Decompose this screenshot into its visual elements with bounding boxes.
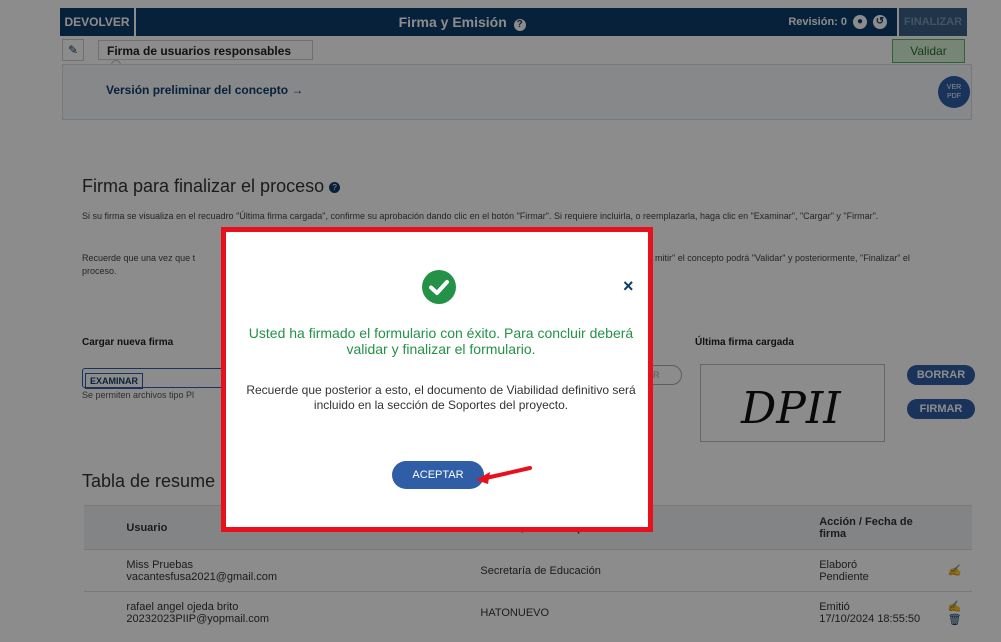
check-circle-icon xyxy=(422,270,456,304)
modal-title: Usted ha firmado el formulario con éxito… xyxy=(248,325,634,357)
close-icon[interactable]: × xyxy=(623,276,634,297)
success-modal: × Usted ha firmado el formulario con éxi… xyxy=(221,227,653,532)
modal-body: Recuerde que posterior a esto, el docume… xyxy=(246,383,636,412)
red-arrow-icon xyxy=(476,466,532,484)
